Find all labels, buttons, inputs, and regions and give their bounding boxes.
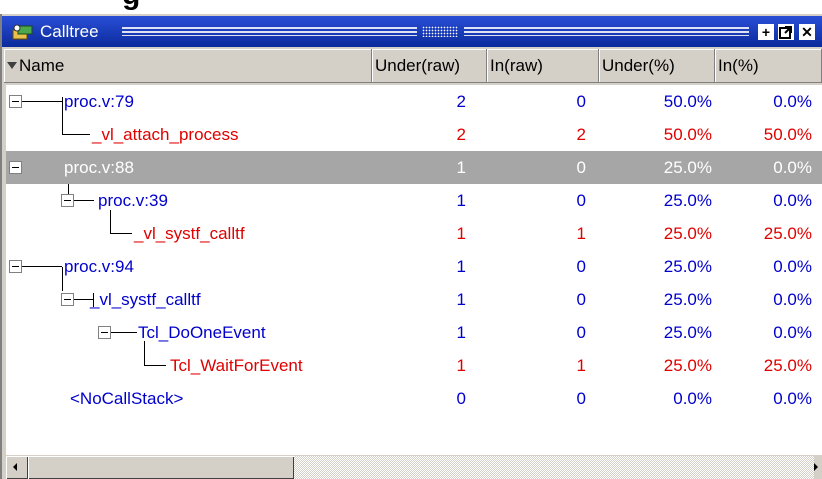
- close-button[interactable]: ✕: [799, 24, 815, 40]
- collapse-icon[interactable]: [98, 326, 111, 339]
- row-under-raw: 1: [456, 158, 466, 177]
- column-header: Name Under(raw) In(raw) Under(%) In(%): [4, 49, 822, 83]
- titlebar-grip[interactable]: [122, 27, 417, 36]
- row-under-pct: 50.0%: [663, 125, 712, 144]
- row-in-raw: 0: [576, 290, 586, 309]
- collapse-icon[interactable]: [61, 293, 74, 306]
- maximize-button[interactable]: +: [758, 24, 774, 40]
- row-in-pct: 0.0%: [773, 323, 812, 342]
- row-under-raw: 2: [456, 92, 466, 111]
- row-in-pct: 0.0%: [773, 389, 812, 408]
- row-in-pct: 0.0%: [773, 92, 812, 111]
- row-in-pct: 50.0%: [763, 125, 812, 144]
- table-row[interactable]: proc.v:94 1 0 25.0% 0.0%: [6, 250, 822, 283]
- calltree-icon: [12, 24, 33, 40]
- partial-heading-strip: g: [0, 0, 822, 14]
- row-under-raw: 1: [456, 290, 466, 309]
- column-header-in-raw[interactable]: In(raw): [487, 49, 599, 83]
- row-under-pct: 50.0%: [663, 92, 712, 111]
- row-in-raw: 0: [576, 158, 586, 177]
- calltree-panel: Calltree + ✕ Name Under(raw) In(raw) Und…: [0, 14, 822, 479]
- row-under-raw: 1: [456, 224, 466, 243]
- maximize-icon: +: [761, 24, 771, 40]
- row-in-raw: 0: [576, 92, 586, 111]
- table-row[interactable]: <NoCallStack> 0 0 0.0% 0.0%: [6, 382, 822, 415]
- row-under-pct: 25.0%: [663, 323, 712, 342]
- column-label-under-pct: Under(%): [602, 56, 675, 75]
- column-header-in-pct[interactable]: In(%): [715, 49, 822, 83]
- row-under-pct: 25.0%: [663, 356, 712, 375]
- panel-title: Calltree: [40, 22, 99, 41]
- titlebar-grip-dots[interactable]: [422, 26, 458, 37]
- row-under-pct: 25.0%: [663, 257, 712, 276]
- row-under-pct: 25.0%: [663, 224, 712, 243]
- row-name: _vl_systf_calltf: [90, 290, 201, 309]
- scroll-track[interactable]: [294, 456, 814, 479]
- row-name: Tcl_WaitForEvent: [170, 356, 303, 375]
- table-row[interactable]: Tcl_WaitForEvent 1 1 25.0% 25.0%: [6, 349, 822, 382]
- sort-icon: [7, 62, 17, 69]
- row-under-pct: 0.0%: [673, 389, 712, 408]
- row-in-pct: 25.0%: [763, 356, 812, 375]
- row-in-pct: 0.0%: [773, 158, 812, 177]
- row-under-raw: 1: [456, 356, 466, 375]
- row-in-pct: 25.0%: [763, 224, 812, 243]
- column-label-under-raw: Under(raw): [375, 56, 461, 75]
- float-button[interactable]: [778, 24, 794, 40]
- collapse-icon[interactable]: [9, 260, 22, 273]
- row-under-raw: 2: [456, 125, 466, 144]
- column-header-name[interactable]: Name: [4, 49, 372, 83]
- row-name: proc.v:79: [64, 92, 134, 111]
- table-row[interactable]: proc.v:79 2 0 50.0% 0.0%: [6, 85, 822, 118]
- column-label-name: Name: [19, 56, 65, 75]
- row-name: proc.v:88: [64, 158, 134, 177]
- row-in-raw: 0: [576, 323, 586, 342]
- table-row-selected[interactable]: proc.v:88 1 0 25.0% 0.0%: [6, 151, 822, 184]
- table-row[interactable]: Tcl_DoOneEvent 1 0 25.0% 0.0%: [6, 316, 822, 349]
- table-row[interactable]: _vl_systf_calltf 1 0 25.0% 0.0%: [6, 283, 822, 316]
- collapse-icon[interactable]: [9, 95, 22, 108]
- row-under-raw: 1: [456, 257, 466, 276]
- scroll-thumb[interactable]: [28, 456, 294, 479]
- row-under-pct: 25.0%: [663, 290, 712, 309]
- partial-heading: g: [122, 0, 140, 12]
- row-name: Tcl_DoOneEvent: [138, 323, 266, 342]
- row-in-raw: 1: [576, 224, 586, 243]
- row-name: proc.v:39: [98, 191, 168, 210]
- calltree-list[interactable]: proc.v:79 2 0 50.0% 0.0% _vl_attach_proc…: [6, 85, 822, 455]
- column-header-under-raw[interactable]: Under(raw): [372, 49, 487, 83]
- scroll-left-button[interactable]: [6, 456, 28, 479]
- panel-titlebar[interactable]: Calltree + ✕: [2, 16, 822, 47]
- row-in-raw: 2: [576, 125, 586, 144]
- row-in-pct: 0.0%: [773, 290, 812, 309]
- row-under-raw: 1: [456, 323, 466, 342]
- table-row[interactable]: _vl_attach_process 2 2 50.0% 50.0%: [6, 118, 822, 151]
- row-in-raw: 0: [576, 191, 586, 210]
- row-in-pct: 0.0%: [773, 257, 812, 276]
- row-under-pct: 25.0%: [663, 191, 712, 210]
- titlebar-grip-right[interactable]: [464, 27, 749, 36]
- row-name: _vl_attach_process: [92, 125, 239, 144]
- collapse-icon[interactable]: [61, 194, 74, 207]
- row-in-raw: 0: [576, 257, 586, 276]
- column-header-under-pct[interactable]: Under(%): [599, 49, 715, 83]
- row-under-raw: 1: [456, 191, 466, 210]
- row-name: _vl_systf_calltf: [134, 224, 245, 243]
- row-under-pct: 25.0%: [663, 158, 712, 177]
- column-label-in-raw: In(raw): [490, 56, 543, 75]
- scroll-right-icon[interactable]: [814, 463, 818, 471]
- row-in-pct: 0.0%: [773, 191, 812, 210]
- float-icon: [779, 26, 792, 39]
- table-row[interactable]: _vl_systf_calltf 1 1 25.0% 25.0%: [6, 217, 822, 250]
- row-name: proc.v:94: [64, 257, 134, 276]
- collapse-icon[interactable]: [9, 161, 22, 174]
- row-in-raw: 1: [576, 356, 586, 375]
- row-in-raw: 0: [576, 389, 586, 408]
- row-under-raw: 0: [456, 389, 466, 408]
- close-icon: ✕: [801, 24, 813, 40]
- row-name: <NoCallStack>: [70, 389, 184, 408]
- horizontal-scrollbar[interactable]: [6, 456, 822, 479]
- table-row[interactable]: proc.v:39 1 0 25.0% 0.0%: [6, 184, 822, 217]
- column-label-in-pct: In(%): [718, 56, 759, 75]
